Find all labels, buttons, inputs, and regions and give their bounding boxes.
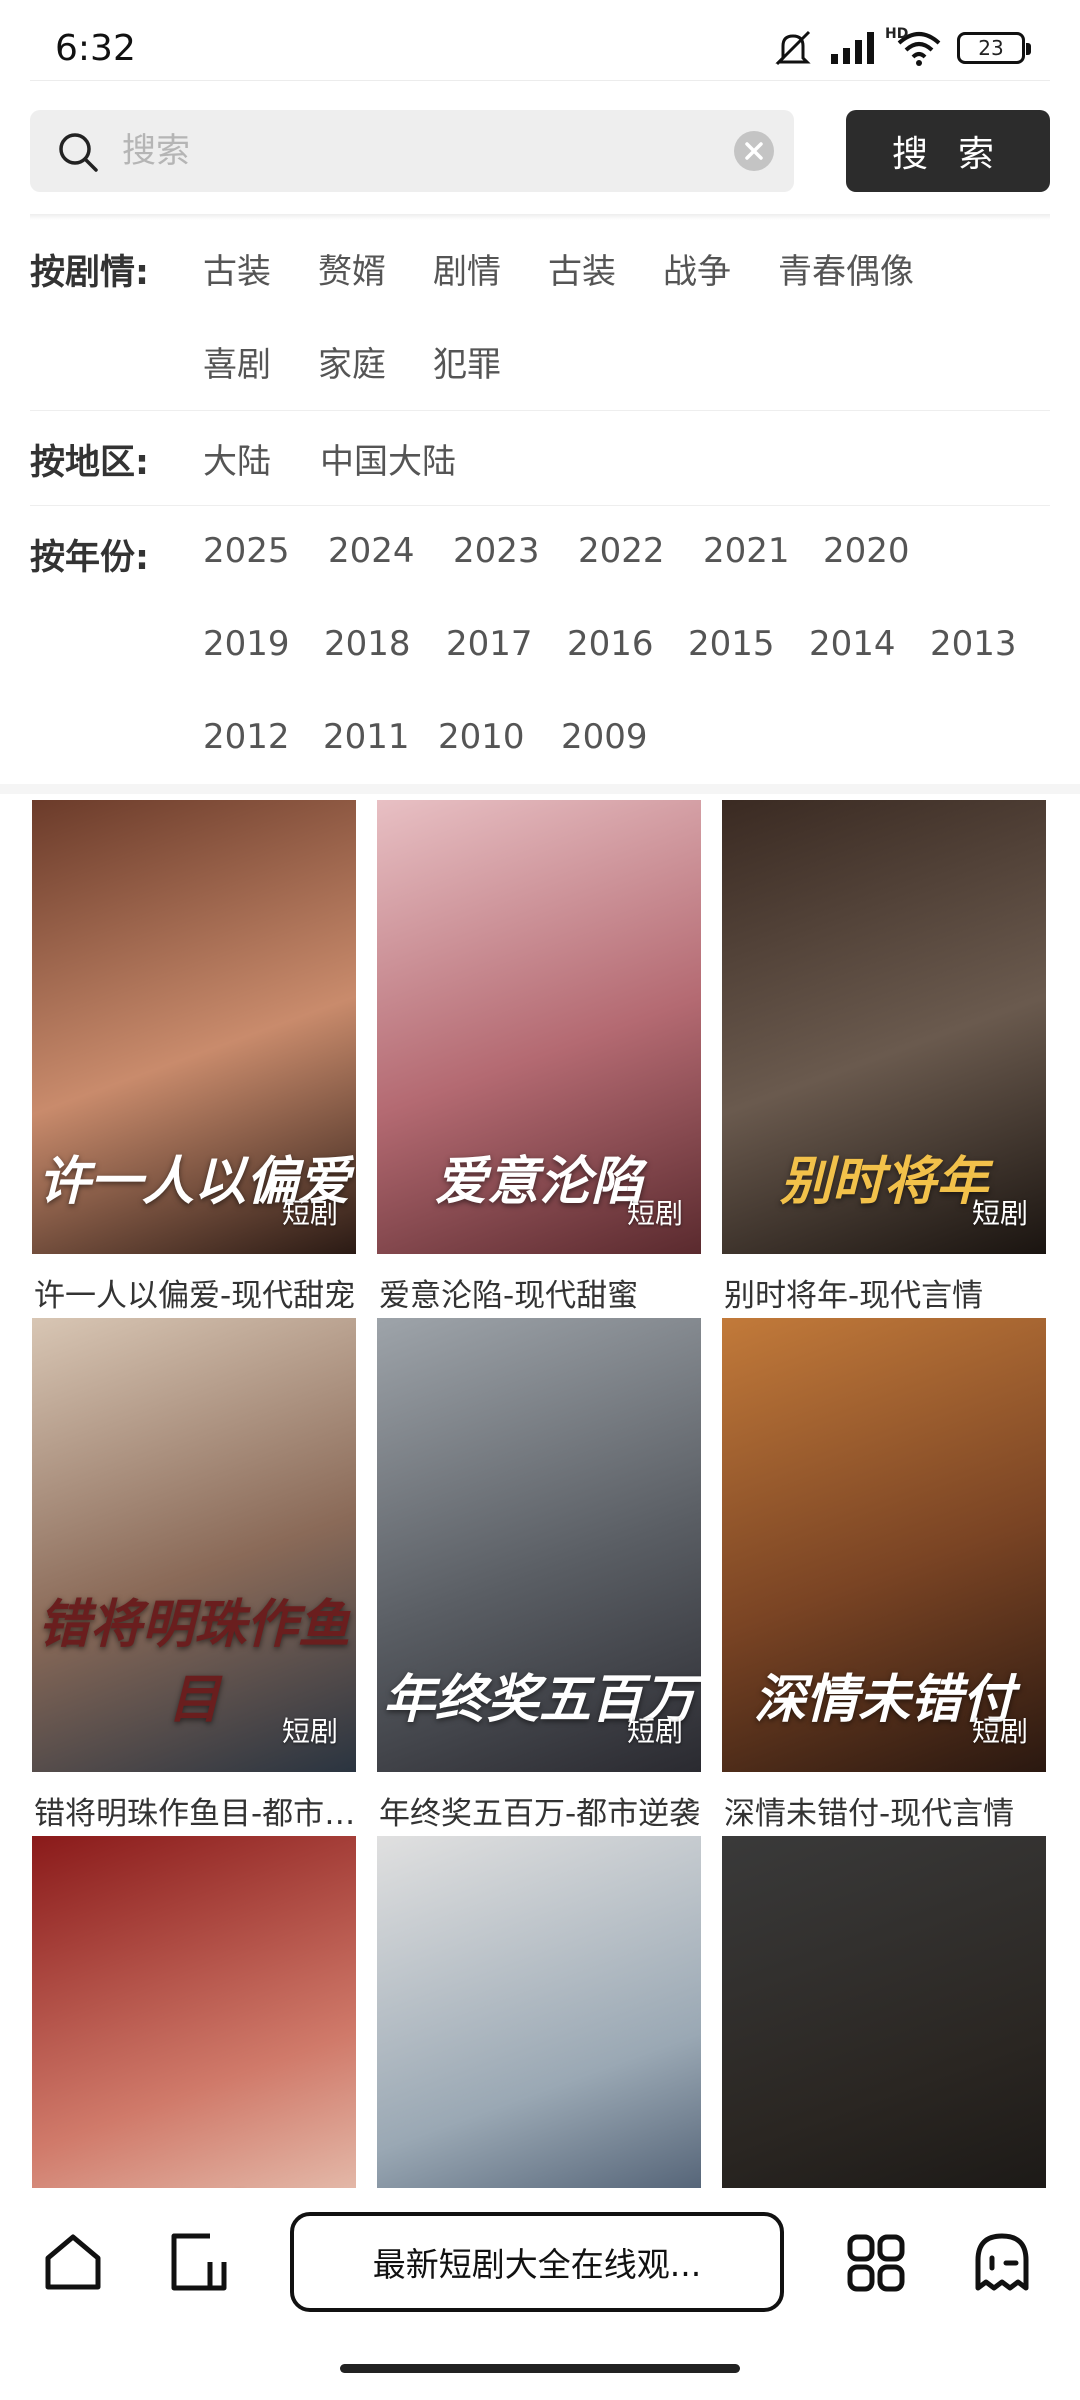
year-option[interactable]: 2019: [203, 624, 290, 664]
year-option[interactable]: 2016: [567, 624, 654, 664]
status-time: 6:32: [55, 28, 136, 69]
drama-title[interactable]: 错将明珠作鱼目-都市情感: [34, 1788, 358, 1833]
drama-poster[interactable]: [377, 1836, 701, 2190]
signal-icon: HD: [829, 26, 908, 66]
home-icon[interactable]: [42, 2232, 104, 2296]
drama-poster[interactable]: 许一人以偏爱 短剧: [32, 800, 356, 1254]
status-icons: HD 23: [771, 26, 1031, 68]
filter-region-label: 按地区:: [30, 443, 149, 483]
tabs-icon[interactable]: [168, 2232, 230, 2298]
search-button[interactable]: 搜 索: [846, 110, 1050, 192]
year-option[interactable]: 2009: [561, 717, 648, 757]
short-drama-badge: 短剧: [281, 1197, 338, 1230]
header-shadow: [30, 214, 1050, 220]
drama-poster[interactable]: 爱意沦陷 短剧: [377, 800, 701, 1254]
year-option[interactable]: 2023: [453, 531, 540, 571]
genre-option[interactable]: 喜剧: [203, 337, 271, 386]
year-option[interactable]: 2025: [203, 531, 290, 571]
short-drama-badge: 短剧: [971, 1715, 1028, 1748]
genre-option[interactable]: 赘婿: [318, 244, 386, 293]
search-row: 搜 索: [30, 110, 1050, 192]
poster-art: [377, 1836, 701, 2190]
filter-divider: [30, 505, 1050, 506]
poster-art: [722, 1836, 1046, 2190]
year-option[interactable]: 2015: [688, 624, 775, 664]
status-divider: [30, 80, 1050, 81]
drama-title[interactable]: 许一人以偏爱-现代甜宠: [34, 1270, 358, 1315]
year-option[interactable]: 2024: [328, 531, 415, 571]
hd-label: HD: [885, 26, 909, 42]
genre-option[interactable]: 犯罪: [433, 337, 501, 386]
short-drama-badge: 短剧: [626, 1715, 683, 1748]
url-bar[interactable]: 最新短剧大全在线观...: [290, 2212, 784, 2312]
drama-title[interactable]: 爱意沦陷-现代甜蜜: [379, 1270, 703, 1315]
year-option[interactable]: 2017: [446, 624, 533, 664]
search-box[interactable]: [30, 110, 794, 192]
search-icon: [56, 130, 100, 178]
year-option[interactable]: 2012: [203, 717, 290, 757]
short-drama-badge: 短剧: [626, 1197, 683, 1230]
drama-poster[interactable]: [722, 1836, 1046, 2190]
year-option[interactable]: 2010: [438, 717, 525, 757]
genre-option[interactable]: 剧情: [433, 244, 501, 293]
drama-poster[interactable]: 深情未错付 短剧: [722, 1318, 1046, 1772]
section-divider: [0, 784, 1080, 794]
drama-poster[interactable]: 别时将年 短剧: [722, 800, 1046, 1254]
genre-option[interactable]: 青春偶像: [778, 244, 914, 293]
drama-poster[interactable]: 错将明珠作鱼目 短剧: [32, 1318, 356, 1772]
year-option[interactable]: 2013: [930, 624, 1017, 664]
filter-region: 按地区: 大陆 中国大陆: [30, 430, 1050, 490]
filter-divider: [30, 410, 1050, 411]
home-indicator[interactable]: [340, 2364, 740, 2373]
drama-poster[interactable]: 年终奖五百万 短剧: [377, 1318, 701, 1772]
year-option[interactable]: 2014: [809, 624, 896, 664]
genre-option[interactable]: 战争: [663, 244, 731, 293]
filter-year: 按年份: 2025 2024 2023 2022 2021 2020 2019 …: [30, 525, 1050, 775]
bottom-nav: 最新短剧大全在线观...: [0, 2188, 1080, 2400]
battery-icon: 23: [957, 32, 1031, 64]
search-input[interactable]: [122, 110, 722, 192]
mute-icon: [771, 28, 815, 68]
genre-option[interactable]: 古装: [203, 244, 271, 293]
year-option[interactable]: 2011: [323, 717, 410, 757]
genre-option[interactable]: 古装: [548, 244, 616, 293]
year-option[interactable]: 2018: [324, 624, 411, 664]
poster-art: [32, 1836, 356, 2190]
ghost-menu-icon[interactable]: [970, 2230, 1034, 2298]
drama-poster[interactable]: 明珠: [32, 1836, 356, 2190]
drama-title[interactable]: 别时将年-现代言情: [724, 1270, 1048, 1315]
clear-icon[interactable]: [734, 131, 774, 171]
year-option[interactable]: 2021: [703, 531, 790, 571]
status-bar: 6:32 HD 23: [0, 0, 1080, 90]
genre-option[interactable]: 家庭: [318, 337, 386, 386]
year-option[interactable]: 2022: [578, 531, 665, 571]
drama-grid: 许一人以偏爱 短剧 许一人以偏爱-现代甜宠 爱意沦陷 短剧 爱意沦陷-现代甜蜜 …: [0, 800, 1080, 2190]
filter-year-label: 按年份:: [30, 538, 149, 578]
drama-title[interactable]: 深情未错付-现代言情: [724, 1788, 1048, 1833]
filter-genre: 按剧情: 古装 赘婿 剧情 古装 战争 青春偶像 喜剧 家庭 犯罪: [30, 240, 1050, 400]
short-drama-badge: 短剧: [971, 1197, 1028, 1230]
apps-grid-icon[interactable]: [845, 2232, 907, 2298]
short-drama-badge: 短剧: [281, 1715, 338, 1748]
year-option[interactable]: 2020: [823, 531, 910, 571]
filter-genre-label: 按剧情:: [30, 253, 149, 293]
drama-title[interactable]: 年终奖五百万-都市逆袭: [379, 1788, 703, 1833]
region-option[interactable]: 大陆: [203, 434, 271, 483]
region-option[interactable]: 中国大陆: [320, 434, 456, 483]
